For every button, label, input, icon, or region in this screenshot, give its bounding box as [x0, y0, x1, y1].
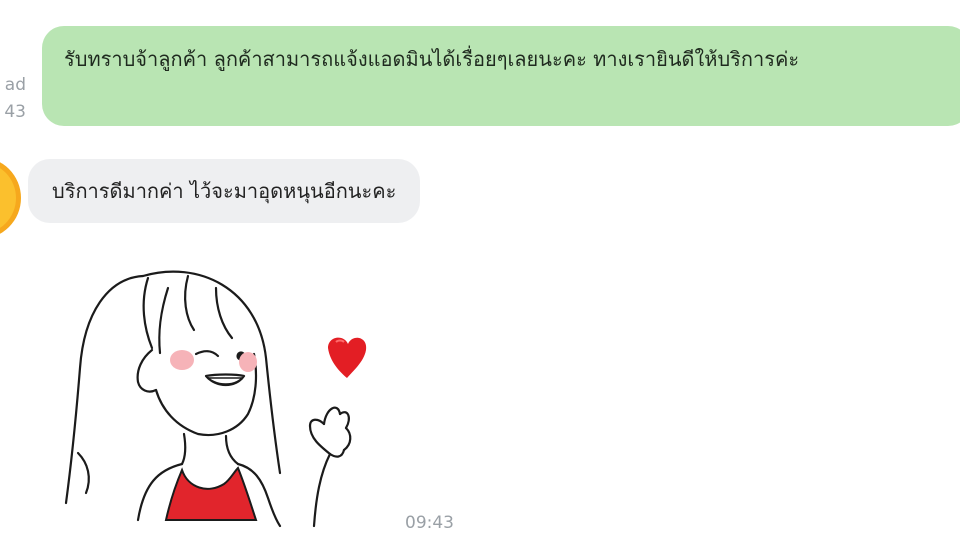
outgoing-message-bubble[interactable]: รับทราบจ้าลูกค้า ลูกค้าสามารถแจ้งแอดมินไ… [42, 26, 960, 126]
incoming-message-bubble[interactable]: บริการดีมากค่า ไว้จะมาอุดหนุนอีกนะคะ [28, 159, 421, 223]
sticker-timestamp: 09:43 [405, 513, 454, 533]
chat-window: ad 43 รับทราบจ้าลูกค้า ลูกค้าสามารถแจ้งแ… [0, 0, 960, 540]
incoming-message-text: บริการดีมากค่า ไว้จะมาอุดหนุนอีกนะคะ [52, 179, 397, 203]
girl-finger-heart-sticker[interactable] [48, 258, 368, 528]
outgoing-time-partial: 43 [4, 102, 26, 122]
outgoing-message-text: รับทราบจ้าลูกค้า ลูกค้าสามารถแจ้งแอดมินไ… [64, 47, 800, 71]
heart-face-emoji-icon[interactable] [0, 154, 24, 242]
read-status-partial: ad [4, 75, 26, 95]
